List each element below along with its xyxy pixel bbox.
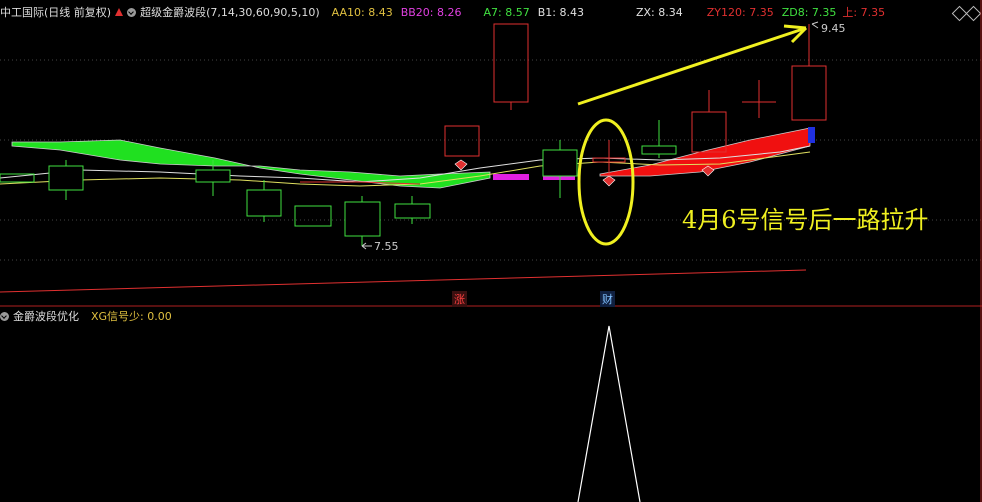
annotation-text: 4月6号信号后一路拉升	[682, 206, 929, 234]
candle	[246, 189, 282, 217]
candle	[542, 149, 578, 177]
zhang-marker: 涨	[452, 291, 467, 307]
candle	[691, 111, 727, 153]
candle	[294, 205, 332, 227]
sub-header: 金爵波段优化 XG信号少: 0.00	[0, 306, 172, 326]
high-price-label: 9.45	[821, 22, 846, 35]
xg-value: XG信号少: 0.00	[91, 310, 172, 323]
candle	[493, 23, 529, 103]
candle	[791, 65, 827, 121]
candle	[444, 125, 480, 157]
candle	[344, 201, 381, 237]
baseline-red	[0, 269, 807, 293]
chart-canvas	[0, 0, 982, 502]
candle	[641, 145, 677, 155]
signal-diamond	[602, 175, 616, 187]
sub-indicator-menu-icon[interactable]	[0, 311, 9, 321]
sub-indicator-name[interactable]: 金爵波段优化	[13, 308, 79, 324]
magenta-segment	[493, 174, 529, 180]
xg-signal-line	[577, 325, 641, 502]
candle	[195, 169, 231, 183]
cai-marker: 财	[600, 291, 615, 307]
signal-diamond	[454, 159, 468, 171]
trend-arrow-line	[577, 26, 807, 106]
low-price-label: 7.55	[374, 240, 399, 253]
candle	[48, 165, 84, 191]
blue-marker	[808, 127, 815, 143]
candle	[394, 203, 431, 219]
